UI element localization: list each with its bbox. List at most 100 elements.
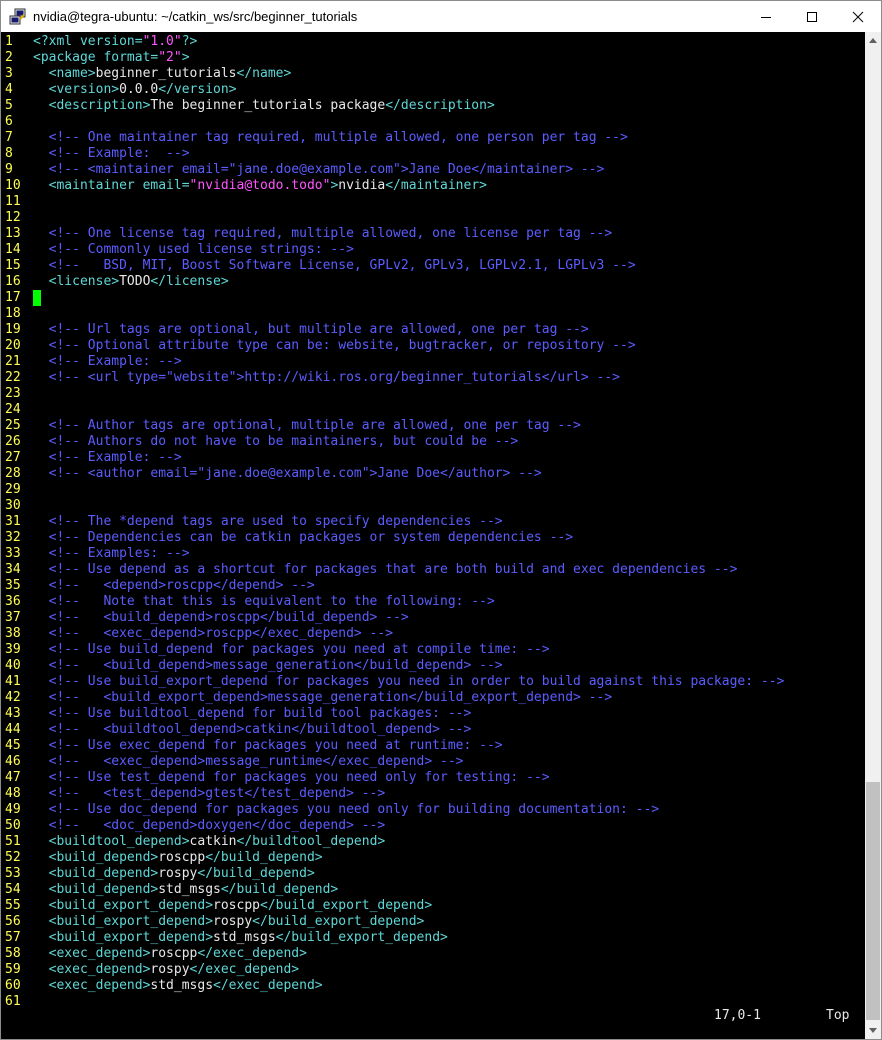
code-text: beginner_tutorials [95, 66, 237, 81]
comment-text: <!-- The *depend tags are used to specif… [48, 514, 503, 529]
code-line: 6 [1, 114, 784, 130]
code-line: 41 <!-- Use build_export_depend for pack… [1, 674, 784, 690]
line-number: 11 [5, 194, 21, 209]
code-line: 22 <!-- <url type="website">http://wiki.… [1, 370, 784, 386]
xml-tag: </name> [236, 66, 292, 81]
comment-text: <!-- <exec_depend>roscpp</exec_depend> -… [48, 626, 394, 641]
code-line: 42 <!-- <build_export_depend>message_gen… [1, 690, 784, 706]
line-number: 34 [5, 562, 21, 577]
comment-text: <!-- Authors do not have to be maintaine… [48, 434, 519, 449]
comment-text: <!-- <author email="jane.doe@example.com… [48, 466, 542, 481]
line-number: 23 [5, 386, 21, 401]
line-number: 57 [5, 930, 21, 945]
xml-tag: </maintainer> [385, 178, 487, 193]
terminal-area[interactable]: 1 <?xml version="1.0"?> 2 <package format="… [1, 32, 865, 1039]
comment-text: <!-- <buildtool_depend>catkin</buildtool… [48, 722, 472, 737]
line-number: 43 [5, 706, 21, 721]
xml-tag: <name> [48, 66, 96, 81]
line-number: 18 [5, 306, 21, 321]
line-number: 19 [5, 322, 21, 337]
line-number: 61 [5, 994, 21, 1009]
code-line: 38 <!-- <exec_depend>roscpp</exec_depend… [1, 626, 784, 642]
close-button[interactable] [835, 1, 881, 32]
putty-icon[interactable] [9, 8, 27, 26]
xml-tag: </exec_depend> [213, 978, 323, 993]
attribute-value: "1.0" [142, 34, 182, 49]
line-number: 39 [5, 642, 21, 657]
line-number: 13 [5, 226, 21, 241]
line-number: 38 [5, 626, 21, 641]
line-number: 40 [5, 658, 21, 673]
comment-text: <!-- Commonly used license strings: --> [48, 242, 354, 257]
line-number: 31 [5, 514, 21, 529]
xml-tag: <build_export_depend> [48, 898, 214, 913]
xml-tag: </buildtool_depend> [236, 834, 386, 849]
vim-buffer[interactable]: 1 <?xml version="1.0"?> 2 <package format="… [1, 34, 784, 1010]
vertical-scrollbar[interactable] [865, 32, 881, 1039]
code-line: 25 <!-- Author tags are optional, multip… [1, 418, 784, 434]
line-number: 45 [5, 738, 21, 753]
line-number: 25 [5, 418, 21, 433]
code-line: 12 [1, 210, 784, 226]
maximize-button[interactable] [789, 1, 835, 32]
xml-tag: <build_depend> [48, 882, 159, 897]
code-text: std_msgs [158, 882, 221, 897]
comment-text: <!-- <doc_depend>doxygen</doc_depend> --… [48, 818, 386, 833]
xml-tag: </license> [150, 274, 229, 289]
minimize-button[interactable] [743, 1, 789, 32]
comment-text: <!-- Url tags are optional, but multiple… [48, 322, 589, 337]
code-line: 36 <!-- Note that this is equivalent to … [1, 594, 784, 610]
comment-text: <!-- <maintainer email="jane.doe@example… [48, 162, 605, 177]
code-line: 48 <!-- <test_depend>gtest</test_depend>… [1, 786, 784, 802]
putty-window: nvidia@tegra-ubuntu: ~/catkin_ws/src/beg… [0, 0, 882, 1040]
line-number: 22 [5, 370, 21, 385]
code-line: 14 <!-- Commonly used license strings: -… [1, 242, 784, 258]
code-line: 47 <!-- Use test_depend for packages you… [1, 770, 784, 786]
code-line: 53 <build_depend>rospy</build_depend> [1, 866, 784, 882]
xml-tag: <exec_depend> [48, 978, 151, 993]
scroll-thumb[interactable] [866, 782, 880, 1020]
comment-text: <!-- Use build_depend for packages you n… [48, 642, 550, 657]
line-number: 54 [5, 882, 21, 897]
line-number: 5 [5, 98, 13, 113]
title-bar[interactable]: nvidia@tegra-ubuntu: ~/catkin_ws/src/beg… [1, 1, 881, 32]
xml-tag: <license> [48, 274, 120, 289]
line-number: 47 [5, 770, 21, 785]
comment-text: <!-- Use doc_depend for packages you nee… [48, 802, 660, 817]
line-number: 41 [5, 674, 21, 689]
scroll-down-arrow-icon[interactable] [865, 1022, 881, 1039]
code-text: roscpp [158, 850, 206, 865]
line-number: 17 [5, 290, 21, 305]
code-line: 40 <!-- <build_depend>message_generation… [1, 658, 784, 674]
xml-tag: </build_export_depend> [275, 930, 448, 945]
scroll-up-arrow-icon[interactable] [865, 32, 881, 49]
code-line: 59 <exec_depend>rospy</exec_depend> [1, 962, 784, 978]
code-text: std_msgs [150, 978, 214, 993]
text-cursor [33, 290, 41, 306]
code-line: 16 <license>TODO</license> [1, 274, 784, 290]
comment-text: <!-- Example: --> [48, 354, 182, 369]
line-number: 14 [5, 242, 21, 257]
xml-tag: </build_depend> [197, 866, 315, 881]
code-line: 29 [1, 482, 784, 498]
code-line: 9 <!-- <maintainer email="jane.doe@examp… [1, 162, 784, 178]
line-number: 56 [5, 914, 21, 929]
code-line: 43 <!-- Use buildtool_depend for build t… [1, 706, 784, 722]
